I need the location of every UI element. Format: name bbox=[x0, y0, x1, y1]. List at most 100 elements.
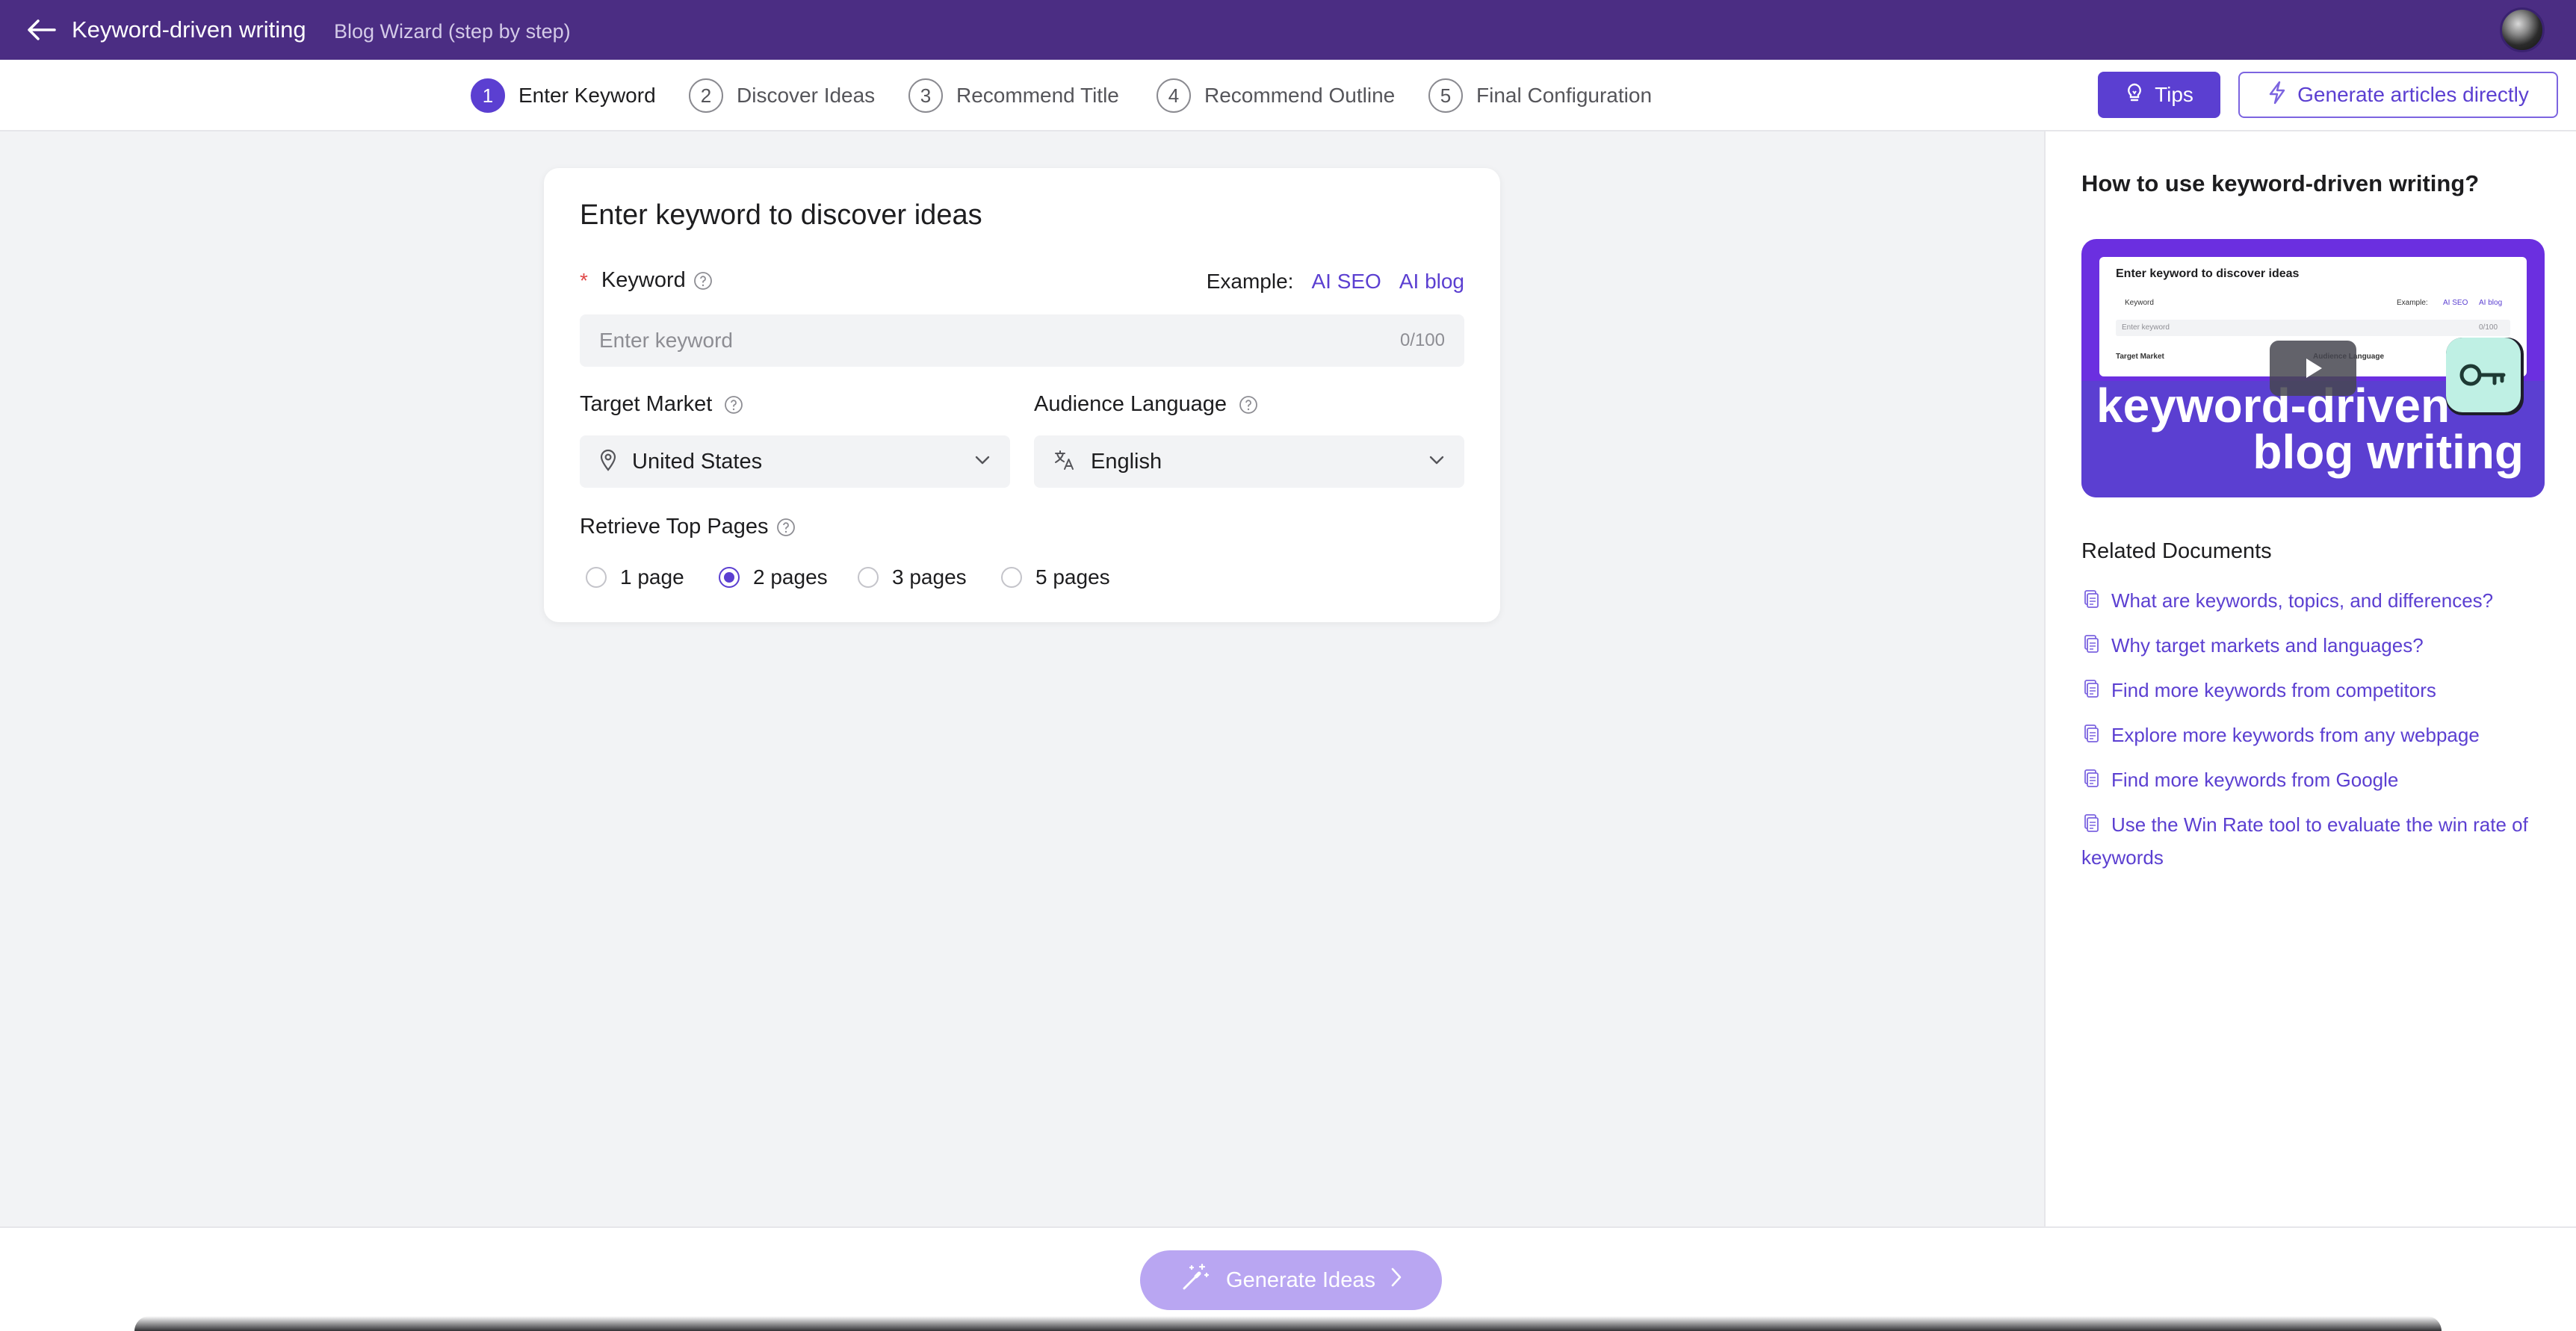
video-thumbnail-keyword: Keyword bbox=[2125, 299, 2154, 307]
app-subtitle: Blog Wizard (step by step) bbox=[334, 20, 571, 43]
keyword-char-counter: 0/100 bbox=[1399, 330, 1445, 350]
video-thumbnail-title: Enter keyword to discover ideas bbox=[2116, 267, 2300, 280]
tutorial-video[interactable]: Enter keyword to discover ideas Keyword … bbox=[2081, 239, 2545, 497]
audience-language-label-row: Audience Language bbox=[1034, 392, 1258, 417]
radio-label: 5 pages bbox=[1035, 565, 1110, 589]
radio-3-pages[interactable]: 3 pages bbox=[858, 559, 967, 595]
chevron-down-icon bbox=[1428, 455, 1445, 469]
step-number: 2 bbox=[689, 78, 723, 113]
document-icon bbox=[2081, 810, 2101, 832]
radio-circle bbox=[858, 567, 879, 588]
bottom-edge-shadow bbox=[134, 1316, 2442, 1331]
related-doc-label: Explore more keywords from any webpage bbox=[2111, 724, 2480, 746]
audience-language-label: Audience Language bbox=[1034, 392, 1227, 416]
step-label: Recommend Outline bbox=[1204, 84, 1396, 107]
chevron-down-icon bbox=[974, 455, 991, 469]
related-doc-link[interactable]: Why target markets and languages? bbox=[2081, 629, 2560, 662]
step-label: Final Configuration bbox=[1476, 84, 1653, 107]
related-doc-label: Find more keywords from competitors bbox=[2111, 679, 2436, 701]
example-label: Example: bbox=[1206, 270, 1294, 293]
video-thumbnail-example-1: AI SEO bbox=[2443, 299, 2468, 307]
related-doc-link[interactable]: Find more keywords from competitors bbox=[2081, 674, 2560, 707]
key-badge-icon bbox=[2446, 338, 2524, 415]
step-recommend-title[interactable]: 3 Recommend Title bbox=[908, 78, 1119, 114]
step-discover-ideas[interactable]: 2 Discover Ideas bbox=[689, 78, 875, 114]
lightning-icon bbox=[2267, 81, 2287, 110]
radio-circle bbox=[586, 567, 607, 588]
user-avatar[interactable] bbox=[2500, 7, 2545, 52]
back-arrow-icon[interactable] bbox=[22, 13, 60, 46]
video-thumbnail-example-2: AI blog bbox=[2479, 299, 2503, 307]
video-thumbnail-input bbox=[2116, 320, 2510, 336]
radio-label: 2 pages bbox=[753, 565, 828, 589]
tips-button[interactable]: Tips bbox=[2098, 72, 2220, 118]
generate-articles-directly-label: Generate articles directly bbox=[2297, 83, 2529, 106]
radio-circle bbox=[1001, 567, 1022, 588]
target-market-label: Target Market bbox=[580, 392, 713, 416]
retrieve-top-pages-label-row: Retrieve Top Pages bbox=[580, 515, 796, 539]
step-recommend-outline[interactable]: 4 Recommend Outline bbox=[1157, 78, 1395, 114]
help-icon[interactable] bbox=[724, 395, 743, 415]
audience-language-value: English bbox=[1091, 449, 1162, 474]
location-pin-icon bbox=[599, 449, 617, 475]
translate-icon bbox=[1053, 449, 1076, 475]
keyword-input-wrapper: 0/100 bbox=[580, 314, 1464, 367]
magic-wand-icon bbox=[1180, 1262, 1211, 1299]
video-headline-2: blog writing bbox=[2253, 425, 2524, 479]
step-number: 3 bbox=[908, 78, 943, 113]
step-label: Discover Ideas bbox=[737, 84, 876, 107]
step-number: 5 bbox=[1428, 78, 1463, 113]
related-doc-link[interactable]: Explore more keywords from any webpage bbox=[2081, 719, 2560, 751]
example-ai-seo-link[interactable]: AI SEO bbox=[1311, 270, 1381, 294]
keyword-label: Keyword bbox=[601, 268, 686, 292]
document-icon bbox=[2081, 765, 2101, 787]
step-number: 4 bbox=[1157, 78, 1191, 113]
tips-label: Tips bbox=[2155, 83, 2193, 106]
chevron-right-icon bbox=[1390, 1267, 1402, 1294]
radio-1-page[interactable]: 1 page bbox=[586, 559, 684, 595]
help-icon[interactable] bbox=[1239, 395, 1258, 415]
document-icon bbox=[2081, 586, 2101, 608]
help-icon[interactable] bbox=[776, 518, 796, 537]
radio-circle bbox=[719, 567, 740, 588]
related-doc-label: What are keywords, topics, and differenc… bbox=[2111, 589, 2494, 612]
related-doc-link[interactable]: Use the Win Rate tool to evaluate the wi… bbox=[2081, 808, 2560, 874]
form-title: Enter keyword to discover ideas bbox=[580, 199, 982, 231]
top-bar: Keyword-driven writing Blog Wizard (step… bbox=[0, 0, 2576, 60]
target-market-value: United States bbox=[632, 449, 763, 474]
radio-label: 1 page bbox=[620, 565, 684, 589]
related-doc-label: Use the Win Rate tool to evaluate the wi… bbox=[2081, 813, 2528, 869]
audience-language-select[interactable]: English bbox=[1034, 435, 1464, 488]
generate-articles-directly-button[interactable]: Generate articles directly bbox=[2238, 72, 2558, 118]
target-market-select[interactable]: United States bbox=[580, 435, 1010, 488]
video-thumbnail-placeholder: Enter keyword bbox=[2122, 323, 2170, 332]
step-number: 1 bbox=[471, 78, 505, 113]
related-doc-label: Why target markets and languages? bbox=[2111, 634, 2424, 657]
target-market-label-row: Target Market bbox=[580, 392, 743, 417]
keyword-examples: Example: AI SEO AI blog bbox=[1207, 270, 1464, 294]
related-documents-title: Related Documents bbox=[2081, 539, 2272, 563]
generate-ideas-button[interactable]: Generate Ideas bbox=[1140, 1250, 1442, 1310]
video-thumbnail-counter: 0/100 bbox=[2479, 323, 2498, 332]
radio-label: 3 pages bbox=[892, 565, 967, 589]
example-ai-blog-link[interactable]: AI blog bbox=[1399, 270, 1464, 294]
radio-5-pages[interactable]: 5 pages bbox=[1001, 559, 1110, 595]
step-final-configuration[interactable]: 5 Final Configuration bbox=[1428, 78, 1652, 114]
radio-2-pages[interactable]: 2 pages bbox=[719, 559, 828, 595]
lightbulb-icon bbox=[2125, 82, 2144, 108]
document-icon bbox=[2081, 720, 2101, 742]
step-label: Enter Keyword bbox=[518, 84, 656, 107]
video-thumbnail-example: Example: bbox=[2397, 299, 2428, 307]
keyword-form-card: Enter keyword to discover ideas * Keywor… bbox=[544, 168, 1500, 622]
step-enter-keyword[interactable]: 1 Enter Keyword bbox=[471, 78, 656, 114]
video-thumbnail-target: Target Market bbox=[2116, 353, 2164, 361]
app-title: Keyword-driven writing bbox=[72, 16, 306, 43]
generate-ideas-label: Generate Ideas bbox=[1226, 1268, 1375, 1292]
related-doc-label: Find more keywords from Google bbox=[2111, 769, 2399, 791]
related-doc-link[interactable]: Find more keywords from Google bbox=[2081, 763, 2560, 796]
play-icon[interactable] bbox=[2270, 341, 2356, 396]
related-doc-link[interactable]: What are keywords, topics, and differenc… bbox=[2081, 584, 2560, 617]
help-icon[interactable] bbox=[693, 271, 713, 291]
step-label: Recommend Title bbox=[956, 84, 1119, 107]
keyword-input[interactable] bbox=[599, 329, 1400, 353]
